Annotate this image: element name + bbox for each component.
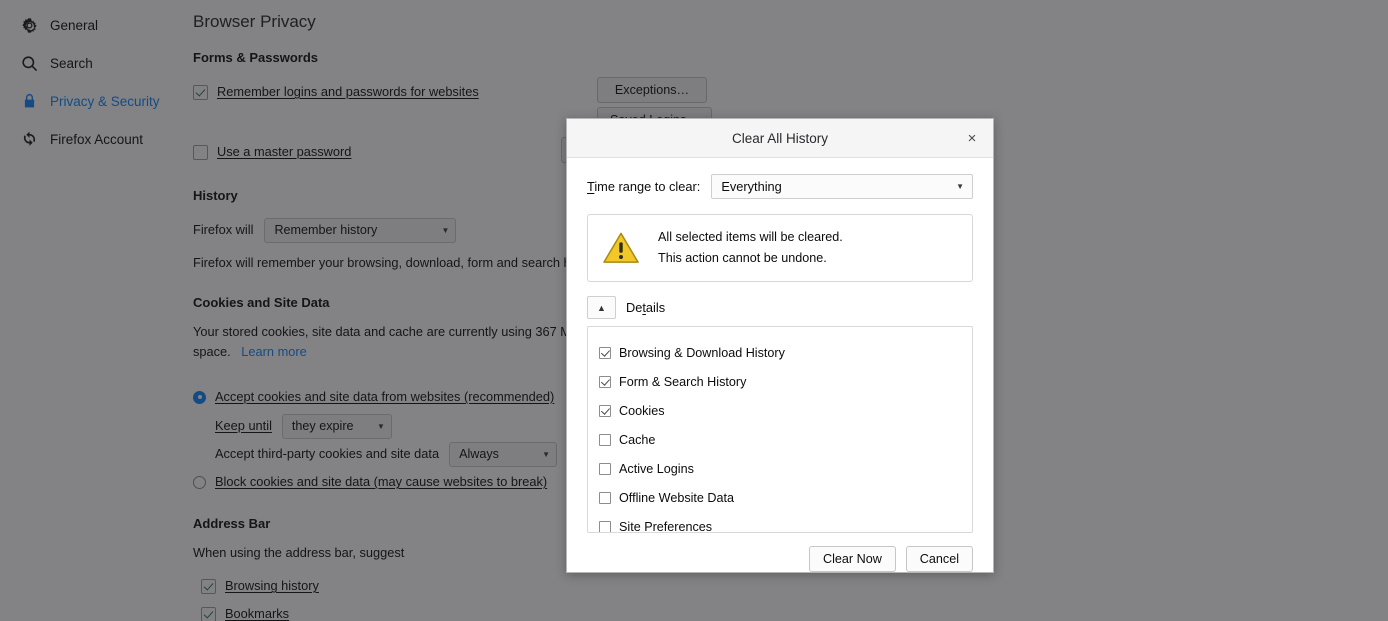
details-label: Details: [626, 300, 666, 315]
item-label: Browsing & Download History: [619, 345, 785, 360]
list-item[interactable]: Form & Search History: [588, 367, 972, 396]
cancel-button[interactable]: Cancel: [905, 546, 973, 572]
list-item[interactable]: Site Preferences: [588, 512, 972, 533]
warning-box: All selected items will be cleared. This…: [587, 214, 973, 282]
list-item[interactable]: Cache: [588, 425, 972, 454]
dialog-footer: Clear Now Cancel: [567, 533, 993, 585]
warning-text: All selected items will be cleared. This…: [658, 227, 843, 269]
item-label: Active Logins: [619, 461, 694, 476]
item-label: Offline Website Data: [619, 490, 735, 505]
time-range-label: Time range to clear:: [587, 179, 701, 194]
warning-line-2: This action cannot be undone.: [658, 251, 827, 265]
time-range-row: Time range to clear: Everything ▼: [587, 174, 973, 199]
item-label: Site Preferences: [619, 519, 713, 533]
list-item[interactable]: Cookies: [588, 396, 972, 425]
chevron-up-icon[interactable]: ▲: [587, 296, 616, 319]
item-label: Cache: [619, 432, 656, 447]
list-item[interactable]: Offline Website Data: [588, 483, 972, 512]
time-range-value: Everything: [721, 179, 782, 194]
dialog-titlebar: Clear All History ×: [567, 119, 993, 158]
clear-all-history-dialog: Clear All History × Time range to clear:…: [566, 118, 994, 573]
list-item[interactable]: Browsing & Download History: [588, 338, 972, 367]
clear-now-button[interactable]: Clear Now: [809, 546, 896, 572]
clear-items-list: Browsing & Download History Form & Searc…: [587, 326, 973, 533]
item-checkbox[interactable]: [599, 462, 611, 475]
item-checkbox[interactable]: [599, 433, 611, 446]
item-label: Cookies: [619, 403, 665, 418]
details-toggle-row[interactable]: ▲ Details: [587, 296, 973, 319]
item-checkbox[interactable]: [599, 375, 611, 388]
item-checkbox[interactable]: [599, 491, 611, 504]
close-icon[interactable]: ×: [959, 125, 985, 151]
time-range-dropdown[interactable]: Everything ▼: [711, 174, 973, 199]
list-item[interactable]: Active Logins: [588, 454, 972, 483]
time-range-label-rest: ime range to clear:: [594, 179, 701, 194]
warning-triangle-icon: [602, 231, 640, 265]
item-checkbox[interactable]: [599, 346, 611, 359]
warning-line-1: All selected items will be cleared.: [658, 230, 843, 244]
chevron-down-icon: ▼: [956, 182, 964, 191]
dialog-body: Time range to clear: Everything ▼ All se…: [567, 158, 993, 533]
dialog-title: Clear All History: [731, 130, 829, 146]
item-checkbox[interactable]: [599, 404, 611, 417]
item-label: Form & Search History: [619, 374, 747, 389]
item-checkbox[interactable]: [599, 520, 611, 532]
